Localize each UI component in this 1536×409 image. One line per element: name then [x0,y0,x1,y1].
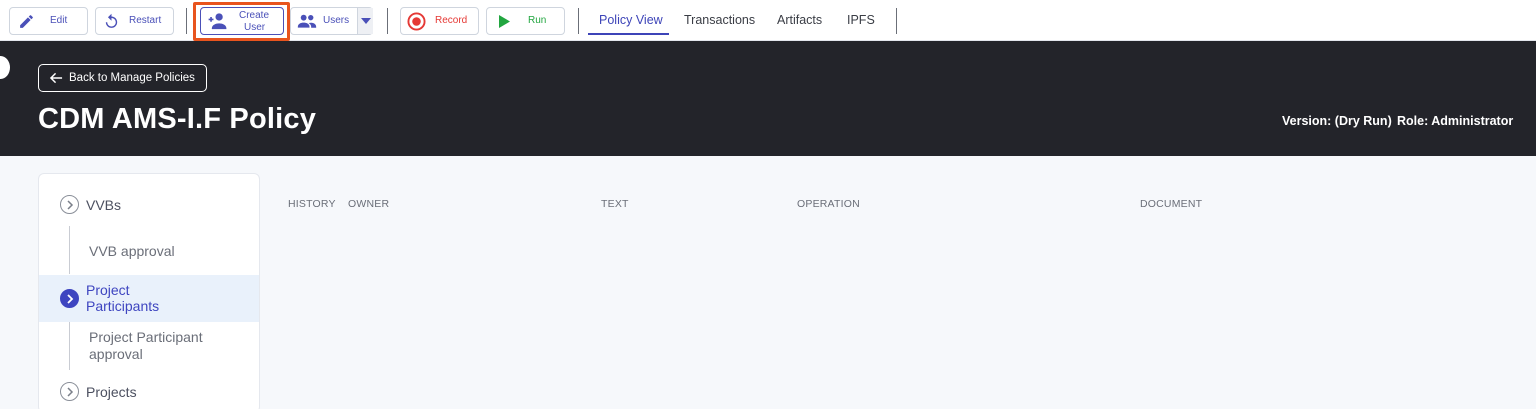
users-dropdown[interactable]: Users [290,7,373,35]
tree-line [69,226,70,274]
restart-icon [103,13,120,30]
users-label: Users [323,15,350,26]
sidebar-item-label: VVBs [86,197,122,213]
restart-button[interactable]: Restart [95,7,174,35]
tab-policy-view[interactable]: Policy View [599,13,663,27]
highlight-box [193,2,290,41]
page-title: CDM AMS-I.F Policy [38,103,317,135]
toolbar: Edit Restart Create User Users Record Ru… [0,0,1536,41]
role-label: Role: Administrator [1397,114,1514,128]
record-button[interactable]: Record [400,7,479,35]
column-header-owner[interactable]: OWNER [348,198,389,210]
run-button[interactable]: Run [486,7,565,35]
version-label: Version: (Dry Run) [1282,114,1392,128]
record-label: Record [435,15,468,26]
edit-label: Edit [50,15,68,26]
column-header-history[interactable]: HISTORY [288,198,336,210]
group-icon [297,13,317,29]
column-header-text[interactable]: TEXT [601,198,629,210]
chevron-right-icon[interactable] [60,195,79,214]
restart-label: Restart [129,15,162,26]
run-label: Run [528,15,547,26]
sidebar-item-projects[interactable]: Projects [39,372,259,409]
tab-artifacts[interactable]: Artifacts [777,13,822,27]
tab-ipfs[interactable]: IPFS [847,13,875,27]
column-header-document[interactable]: DOCUMENT [1140,198,1202,210]
pencil-icon [18,13,35,30]
panel-handle[interactable] [0,56,10,79]
dropdown-toggle[interactable] [357,8,373,34]
chevron-down-icon [361,18,371,24]
tab-transactions[interactable]: Transactions [684,13,755,27]
sidebar-item-label: Project Participants [86,282,160,314]
column-header-operation[interactable]: OPERATION [797,198,860,210]
play-icon [497,14,511,29]
edit-button[interactable]: Edit [9,7,88,35]
sidebar-subitem-vvb-approval[interactable]: VVB approval [89,243,175,260]
policy-header: Back to Manage Policies CDM AMS-I.F Poli… [0,41,1536,156]
record-icon [407,12,426,31]
toolbar-divider [578,8,579,34]
back-to-manage-policies-button[interactable]: Back to Manage Policies [38,64,207,92]
sidebar-item-vvbs[interactable]: VVBs [39,174,259,234]
sidebar-subitem-project-participant-approval[interactable]: Project Participant approval [89,329,229,363]
active-tab-indicator [588,33,669,35]
policy-steps-sidebar: VVBs VVB approval Project Participants P… [38,173,260,409]
tree-line [69,322,70,370]
sidebar-item-project-participants-content: Project Participants [39,275,259,322]
sidebar-item-label: Projects [86,384,137,400]
chevron-right-icon[interactable] [60,289,79,308]
toolbar-divider [896,8,897,34]
chevron-right-icon[interactable] [60,382,79,401]
toolbar-divider [387,8,388,34]
toolbar-divider [186,8,187,34]
arrow-left-icon [50,72,63,84]
back-label: Back to Manage Policies [69,72,195,84]
